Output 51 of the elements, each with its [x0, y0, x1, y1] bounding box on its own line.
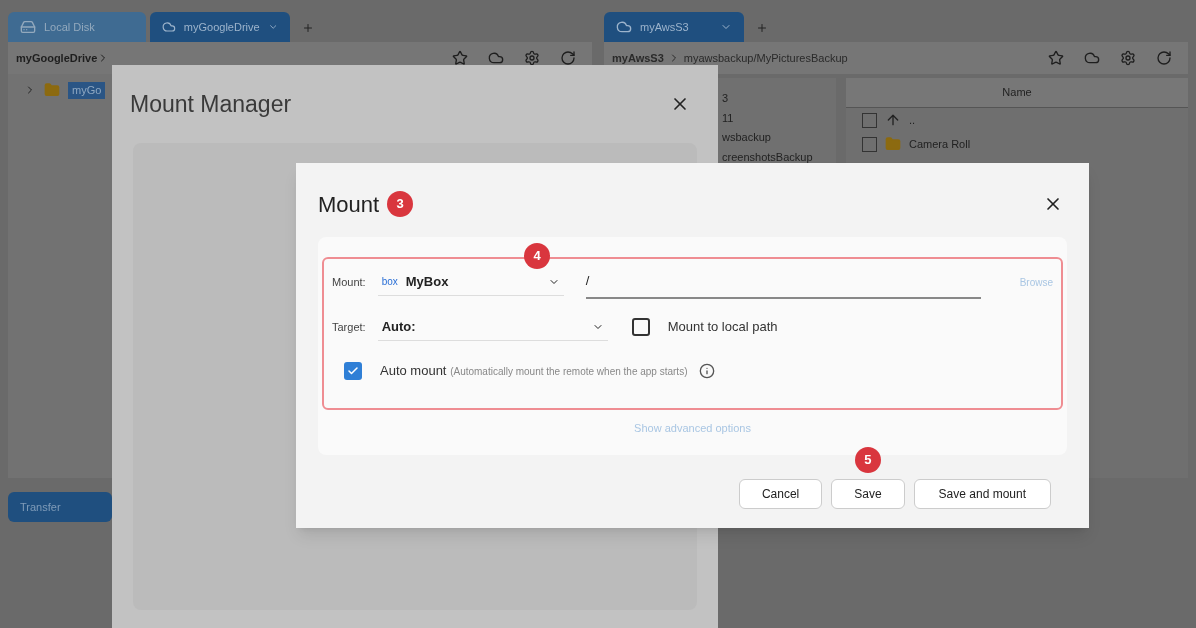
checkbox[interactable] [631, 318, 650, 336]
dialog-button[interactable]: Cancel [738, 479, 823, 509]
breadcrumb[interactable]: myGoogleDrive [16, 49, 98, 67]
breadcrumb[interactable]: myAwsS3 [612, 49, 664, 67]
tree-item[interactable]: 3 [722, 90, 836, 107]
column-header[interactable]: Name [846, 78, 1188, 108]
refresh-icon[interactable] [560, 50, 576, 66]
pane-tab[interactable]: myAwsS3 [604, 12, 744, 42]
field-label: Mount: [332, 274, 366, 290]
add-tab-icon[interactable] [302, 22, 314, 34]
file-name[interactable]: .. [909, 111, 916, 129]
settings-icon[interactable] [524, 50, 540, 66]
advanced-options-link[interactable]: Show advanced options [634, 420, 751, 437]
folder-icon [885, 136, 901, 152]
checkbox[interactable] [344, 362, 362, 380]
field-label: Target: [332, 319, 366, 335]
pane-tab[interactable]: myGoogleDrive [150, 12, 290, 42]
target-dropdown[interactable]: Auto: [377, 313, 608, 341]
checkbox-label: Mount to local path [667, 318, 778, 337]
dialog-button[interactable]: Save [831, 479, 905, 509]
tree-item[interactable]: myGo [68, 82, 106, 99]
checkbox[interactable] [862, 136, 877, 152]
tree-item[interactable]: wsbackup [722, 129, 836, 146]
cloud-icon [616, 19, 632, 35]
tree-item[interactable]: creenshotsBackup [722, 148, 836, 165]
add-tab-icon[interactable] [756, 22, 768, 34]
checkbox-label: Auto mount (Automatically mount the remote when the app starts) [380, 362, 688, 381]
breadcrumb-path[interactable]: myawsbackup/MyPicturesBackup [683, 49, 848, 67]
checkbox[interactable] [862, 112, 877, 128]
cloud-icon[interactable] [488, 50, 504, 66]
path-field[interactable]: / [585, 265, 981, 299]
up-arrow-icon [885, 112, 901, 128]
transfer-tab[interactable]: Transfer [8, 492, 112, 522]
remote-dropdown[interactable]: box MyBox [377, 268, 564, 296]
folder-icon [44, 82, 60, 99]
cloud-icon [162, 19, 176, 35]
step-badge: 4 [524, 243, 550, 269]
step-badge: 3 [387, 191, 414, 217]
star-icon[interactable] [452, 50, 468, 66]
file-name[interactable]: Camera Roll [909, 135, 971, 153]
star-icon[interactable] [1048, 50, 1064, 66]
browse-link[interactable]: Browse [1019, 274, 1053, 290]
tree-item[interactable]: 11 [722, 109, 836, 126]
pane-tab[interactable]: Local Disk [8, 12, 146, 42]
logo-icon: box [381, 274, 398, 289]
step-badge: 5 [854, 447, 881, 473]
info-icon[interactable] [699, 363, 716, 379]
dialog-title: Mount [318, 190, 380, 219]
check-icon [347, 365, 359, 377]
dialog-title: Mount Manager [130, 89, 292, 119]
dialog-button[interactable]: Save and mount [913, 479, 1051, 509]
